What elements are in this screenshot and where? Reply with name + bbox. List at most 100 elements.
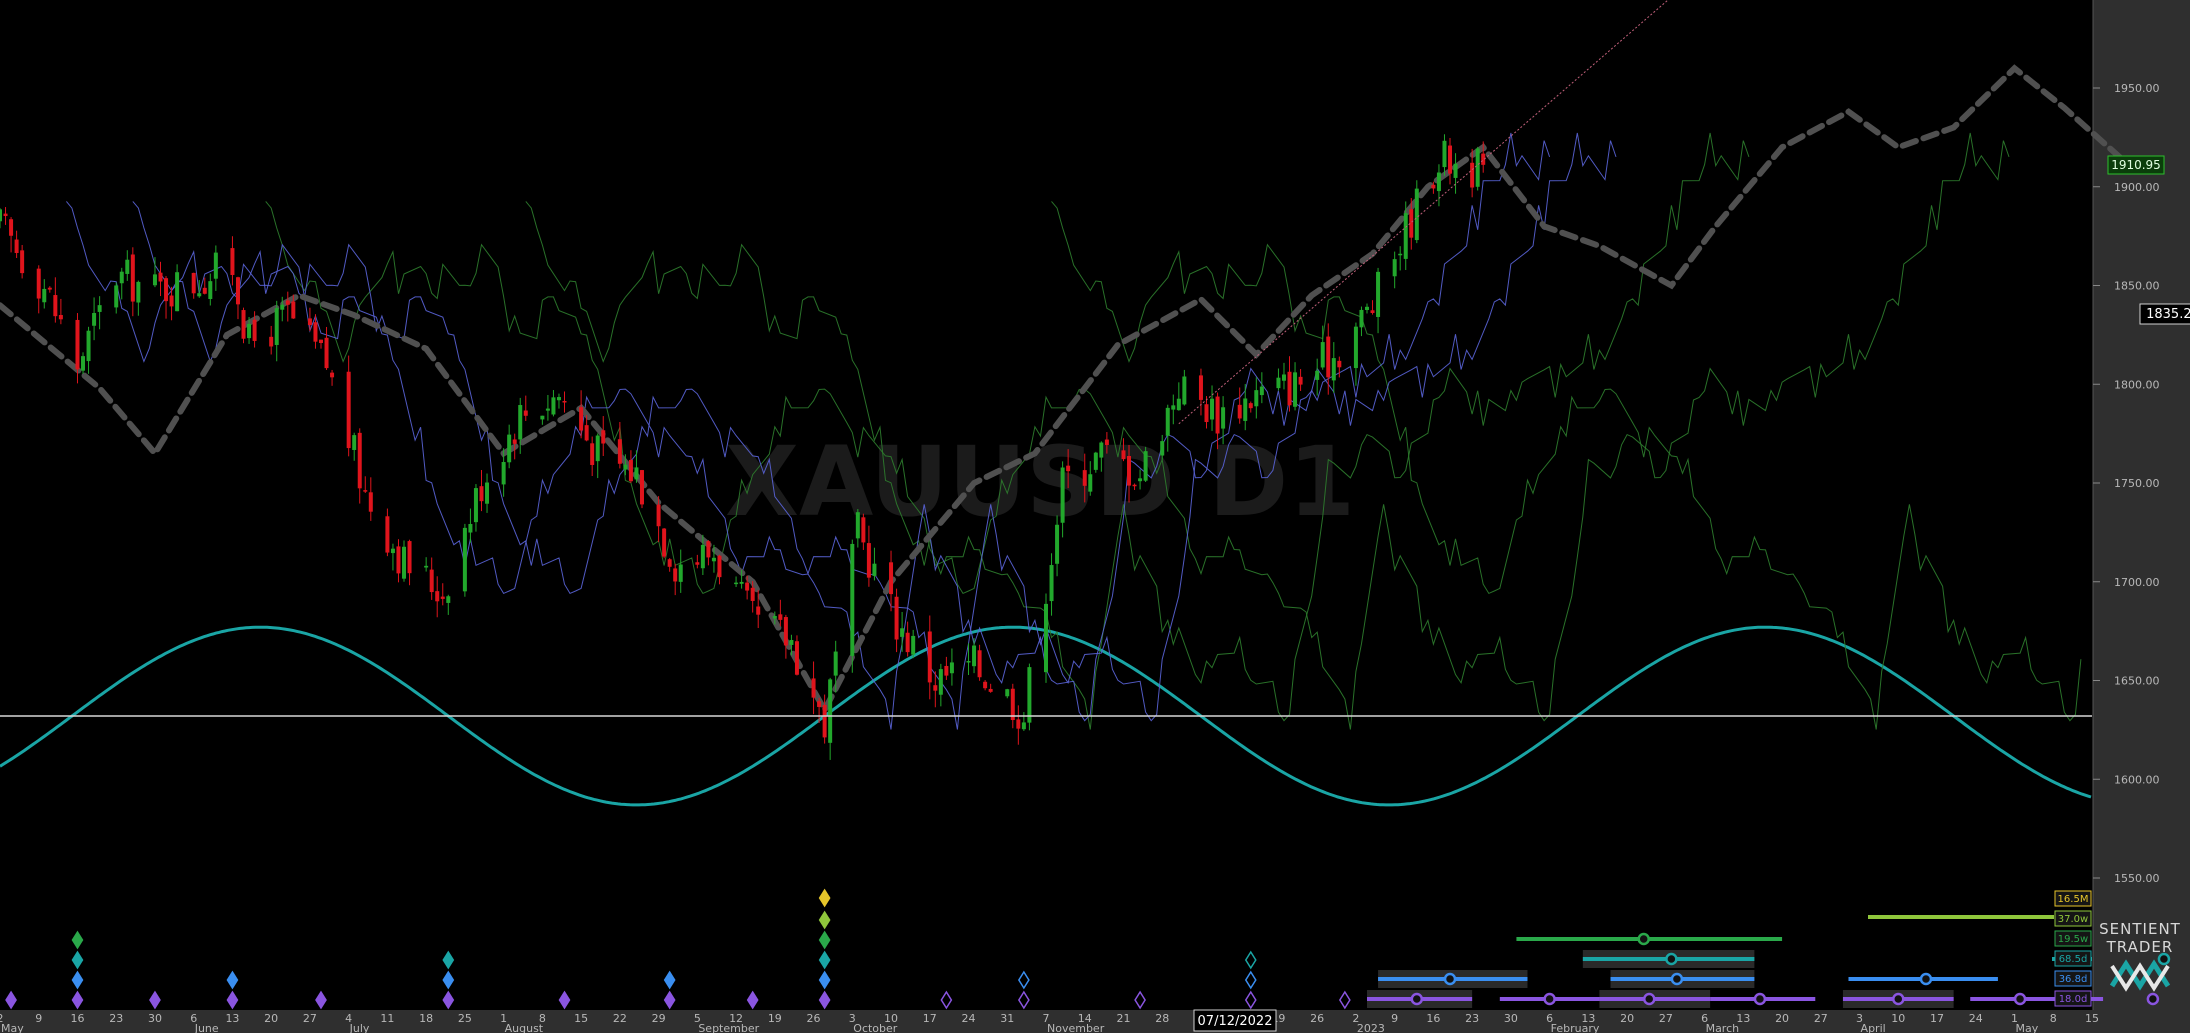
candle-body [1281, 374, 1286, 381]
candle [363, 476, 368, 494]
trough-band [1516, 932, 1783, 946]
candle-body [1160, 441, 1165, 456]
candle-body [794, 641, 799, 675]
candle-body [1210, 398, 1215, 420]
candle-body [407, 541, 412, 574]
candle-body [900, 628, 905, 637]
candle [1044, 593, 1048, 683]
cycle-diamond-icon [818, 888, 831, 908]
logo-line1: SENTIENT [2099, 920, 2181, 938]
month-label: October [853, 1022, 897, 1033]
candle-body [889, 562, 894, 595]
candle-body [346, 371, 351, 449]
candle-body [197, 293, 202, 297]
candle-body [817, 701, 822, 707]
candle [861, 513, 866, 550]
candle [518, 397, 523, 454]
candle [900, 611, 905, 652]
candle [20, 244, 25, 279]
candle-body [9, 219, 14, 236]
candle [1287, 356, 1292, 412]
x-tick-label: 8 [2050, 1012, 2057, 1025]
candle-body [1326, 336, 1331, 378]
candle [911, 629, 916, 659]
candle-body [1143, 451, 1148, 481]
x-tick-label: 30 [1504, 1012, 1518, 1025]
candle-body [385, 516, 390, 553]
candle [717, 554, 722, 585]
cycle-diamond-icon [442, 990, 455, 1010]
candle-body [363, 490, 368, 492]
candle-body [822, 704, 827, 738]
candle-body [47, 287, 52, 290]
candle [468, 508, 473, 543]
candle [58, 298, 63, 325]
cycle-diamond-icon [818, 930, 831, 950]
candle [396, 539, 401, 583]
y-tick-label: 1550.00 [2114, 872, 2160, 885]
candle [1364, 303, 1369, 314]
candle-body [944, 665, 949, 676]
candle [368, 477, 373, 521]
current-price-text: 1910.95 [2111, 158, 2161, 172]
trend-line[interactable] [1178, 0, 1669, 425]
candle [1337, 356, 1342, 378]
candle-body [473, 488, 478, 523]
candle [1204, 396, 1209, 429]
candle-body [866, 543, 871, 578]
trough-band-dot [1642, 992, 1656, 1006]
candle-body [285, 300, 290, 305]
candle [1353, 322, 1358, 386]
candle-body [778, 614, 783, 620]
candle-body [1093, 452, 1098, 470]
candle [462, 523, 467, 597]
x-tick-label: 27 [1814, 1012, 1828, 1025]
x-tick-label: 31 [1000, 1012, 1014, 1025]
candle [9, 217, 14, 253]
candle [1093, 451, 1098, 473]
price-chart[interactable]: XAUUSD D1 1950.001900.001850.001800.0017… [0, 0, 2190, 1033]
candle [1392, 251, 1397, 289]
candle-body [551, 397, 556, 415]
trough-band-dot [1410, 992, 1424, 1006]
trough-band [1366, 990, 1473, 1008]
candle-body [949, 662, 954, 674]
legend-item: 37.0w [2054, 910, 2092, 927]
candle-body [1066, 465, 1071, 472]
cycle-diamond-icon [940, 990, 953, 1010]
candle [269, 325, 274, 355]
candle [1259, 372, 1264, 404]
candle [1293, 362, 1298, 411]
candle-body [175, 272, 180, 312]
candle-body [97, 305, 102, 312]
candle-body [711, 557, 716, 562]
candle [667, 558, 672, 572]
candle [562, 391, 567, 413]
candle-body [1060, 467, 1065, 523]
candle-body [462, 527, 467, 592]
candle [794, 635, 799, 676]
candle [125, 250, 130, 281]
candle [97, 296, 102, 330]
x-tick-label: 26 [1310, 1012, 1324, 1025]
cycle-diamond-icon [5, 990, 17, 1010]
candle [440, 583, 445, 606]
candle-body [1370, 310, 1375, 313]
crosshair-price-text: 1835.20 [2146, 307, 2190, 322]
cycle-legend: 16.5M 37.0w 19.5w 68.5d 36.8d 18.0d [2054, 890, 2092, 1007]
candle [47, 286, 52, 293]
candle-body [1132, 484, 1137, 487]
candle-body [1127, 455, 1132, 486]
candle-body [1364, 306, 1369, 311]
candle-body [324, 337, 329, 369]
cycle-diamond-icon [663, 970, 676, 990]
candle [545, 395, 550, 421]
cycle-projection [0, 64, 2123, 717]
candle [1398, 246, 1403, 271]
candle-body [1088, 474, 1093, 492]
candle-body [734, 582, 739, 585]
y-tick-label: 1700.00 [2114, 576, 2160, 589]
candle-body [274, 308, 279, 345]
candle-body [1049, 565, 1054, 602]
candle [390, 543, 395, 571]
